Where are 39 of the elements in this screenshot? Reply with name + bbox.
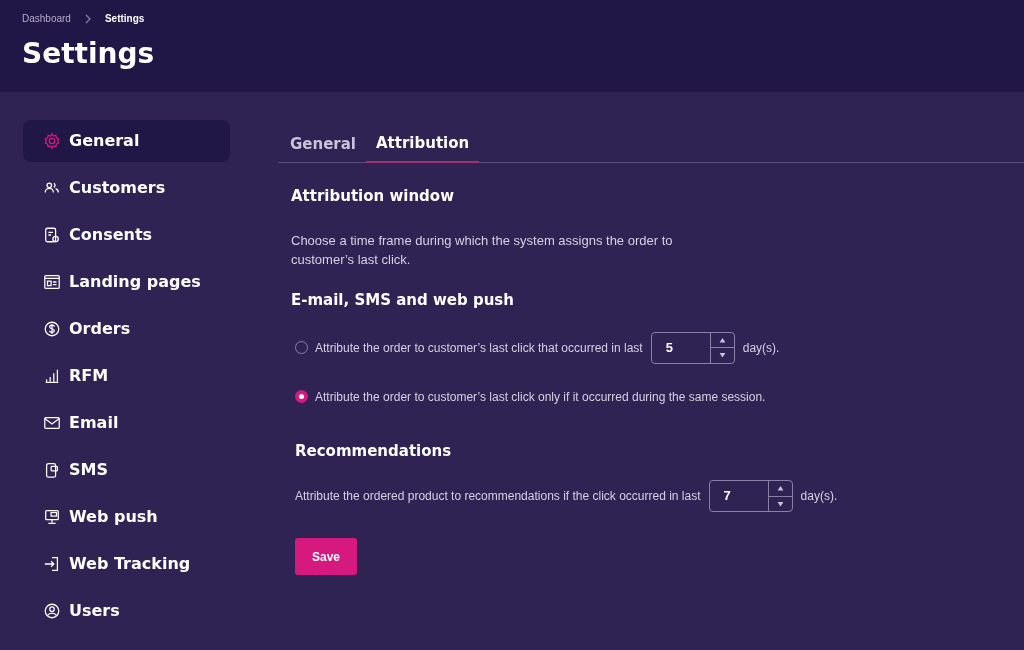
sidebar-item[interactable]: Users	[23, 590, 230, 632]
breadcrumb-link[interactable]: Dashboard	[22, 11, 71, 26]
sidebar-item[interactable]: Customers	[23, 167, 230, 209]
page-title: Settings	[22, 40, 156, 68]
section-heading: Attribution window	[291, 185, 455, 207]
card-icon	[43, 273, 61, 291]
sidebar-item[interactable]: Email	[23, 402, 230, 444]
sidebar-item[interactable]: Web push	[23, 496, 230, 538]
section-heading: Recommendations	[294, 440, 453, 462]
sidebar-item[interactable]: RFM	[23, 355, 230, 397]
envelope-icon	[43, 414, 61, 432]
bar-chart-icon	[43, 367, 61, 385]
sidebar-item[interactable]: Orders	[23, 308, 230, 350]
option-label: Attribute the order to customer’s last click only if it occurred during the same session.	[315, 388, 766, 406]
monitor-icon	[43, 508, 61, 526]
number-field[interactable]: 5	[650, 331, 735, 364]
option-label: Attribute the order to customer’s last click that occurred in last	[315, 339, 643, 357]
unit-label: day(s).	[800, 488, 838, 505]
gear-icon	[43, 132, 61, 150]
user-circle-icon	[43, 602, 61, 620]
document-icon	[43, 226, 61, 244]
number-field[interactable]: 7	[708, 480, 793, 512]
sidebar-item[interactable]: Web Tracking	[23, 543, 230, 585]
radio-button[interactable]	[295, 390, 308, 403]
sidebar-item[interactable]: SMS	[23, 449, 230, 491]
sidebar-item[interactable]: General	[23, 120, 230, 162]
tab[interactable]: General	[280, 132, 366, 162]
save-button[interactable]: Save	[295, 538, 357, 575]
sidebar-item[interactable]: Landing pages	[23, 261, 230, 303]
option-label: Attribute the ordered product to recommendations if the click occurred in last	[295, 488, 701, 505]
unit-label: day(s).	[742, 339, 780, 357]
sign-in-icon	[43, 555, 61, 573]
description-text: Choose a time frame during which the system assigns the order to customer’s last click.	[291, 232, 674, 269]
tab[interactable]: Attribution	[366, 132, 480, 163]
section-heading: E-mail, SMS and web push	[291, 290, 515, 311]
sidebar-item[interactable]: Consents	[23, 214, 230, 256]
dollar-icon	[43, 320, 61, 338]
breadcrumb-current: Settings	[104, 12, 145, 26]
phone-icon	[43, 461, 61, 479]
